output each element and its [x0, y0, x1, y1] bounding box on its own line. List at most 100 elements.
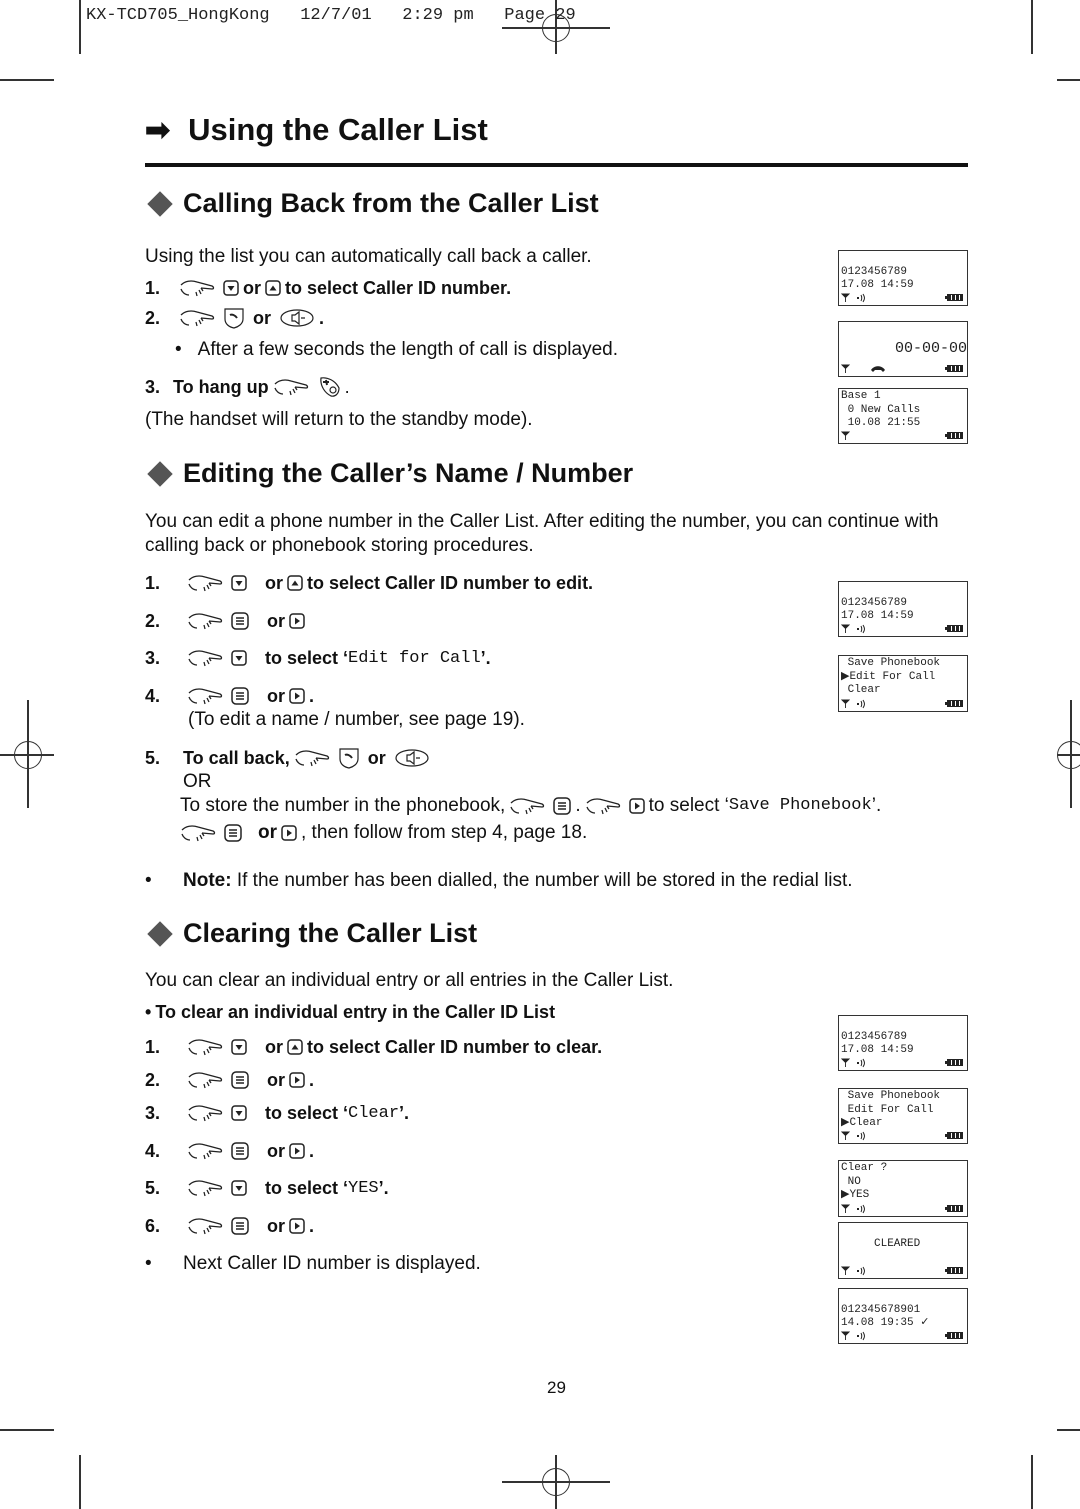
display-line: 0123456789: [841, 596, 908, 609]
down-key-icon: [223, 280, 239, 296]
battery-icon: [945, 1267, 963, 1274]
handset-display: Base 1 0 New Calls 10.08 21:55: [838, 388, 968, 444]
down-key-icon: [231, 575, 247, 591]
display-line: 17.08 14:59: [841, 1044, 914, 1056]
antenna-icon: [841, 1331, 850, 1340]
talk-key-icon: [338, 747, 360, 769]
antenna-icon: [841, 431, 850, 440]
right-key-icon: [289, 1218, 305, 1234]
menu-key-icon: [231, 1217, 249, 1235]
crop-mark: [1057, 79, 1080, 81]
press-hand-icon: [187, 610, 223, 632]
clearing-final-note: • Next Caller ID number is displayed.: [145, 1253, 481, 1274]
editing-intro: You can edit a phone number in the Calle…: [145, 511, 939, 556]
display-status-bar: [841, 430, 963, 441]
right-key-icon: [289, 613, 305, 629]
ringer-icon: [856, 1058, 866, 1068]
display-line: [839, 583, 967, 597]
handset-display: Save Phonebook Edit For Call ▶Clear: [838, 1088, 968, 1144]
down-key-icon: [231, 1180, 247, 1196]
handset-display: Clear ? NO ▶YES: [838, 1160, 968, 1217]
clearing-step-1: 1. or to select Caller ID number to clea…: [145, 1036, 603, 1058]
handset-display: Save Phonebook ▶Edit For Call Clear: [838, 655, 968, 712]
handset-display: 012345678901 14.08 19:35 ✓: [838, 1288, 968, 1344]
bullet: •: [145, 1253, 152, 1274]
status-left: [841, 1331, 866, 1341]
down-key-icon: [231, 650, 247, 666]
down-key-icon: [231, 1105, 247, 1121]
menu-key-icon: [231, 1071, 249, 1089]
press-hand-icon: [187, 647, 223, 669]
registration-circle: [1057, 741, 1080, 769]
crop-mark: [1031, 1455, 1033, 1509]
section-heading-clearing: Clearing the Caller List: [145, 918, 477, 949]
ringer-icon: [856, 699, 866, 709]
display-line: 10.08 21:55: [841, 417, 921, 429]
menu-key-icon: [231, 687, 249, 705]
up-key-icon: [287, 575, 303, 591]
display-line: 0123456789: [841, 1030, 908, 1043]
diamond-icon: [147, 190, 173, 217]
display-line: Save Phonebook: [841, 1090, 941, 1102]
display-line: [839, 1290, 967, 1304]
clearing-step-4: 4. or .: [145, 1140, 315, 1162]
handset-display: CLEARED: [838, 1222, 968, 1279]
right-key-icon: [629, 798, 645, 814]
display-line: [839, 1017, 967, 1031]
status-left: [841, 364, 886, 374]
press-hand-icon: [179, 277, 215, 299]
display-line: 14.08 19:35 ✓: [841, 1317, 930, 1329]
clearing-subheading: • To clear an individual entry in the Ca…: [145, 1002, 556, 1022]
callback-intro: Using the list you can automatically cal…: [145, 246, 592, 267]
antenna-icon: [841, 1266, 850, 1275]
page-number: 29: [547, 1378, 566, 1397]
press-hand-icon: [509, 795, 545, 817]
editing-step-2: 2. or: [145, 610, 309, 632]
editing-step-4: 4. or .: [145, 685, 315, 706]
callback-step-3: 3. To hang up .: [145, 376, 350, 397]
bullet: •: [175, 339, 182, 360]
editing-step-1: 1. or to select Caller ID number to edit…: [145, 572, 594, 594]
display-line: ▶Edit For Call: [841, 670, 936, 683]
crop-mark: [0, 1429, 54, 1431]
down-key-icon: [231, 1039, 247, 1055]
editing-step-4-note: (To edit a name / number, see page 19).: [188, 709, 525, 730]
display-line: Save Phonebook: [841, 657, 941, 669]
title-rule: [145, 163, 968, 167]
antenna-icon: [841, 624, 850, 633]
diamond-icon: [147, 920, 173, 947]
battery-icon: [945, 1205, 963, 1212]
status-left: [841, 1058, 866, 1068]
press-hand-icon: [187, 1140, 223, 1162]
editing-step-5-store: To store the number in the phonebook, . …: [180, 795, 882, 817]
status-left: [841, 1131, 866, 1141]
editing-note: • Note: If the number has been dialled, t…: [145, 870, 853, 891]
display-line: 0 New Calls: [841, 403, 921, 416]
up-key-icon: [287, 1039, 303, 1055]
crop-mark: [0, 79, 54, 81]
battery-icon: [945, 625, 963, 632]
menu-key-icon: [231, 1142, 249, 1160]
press-hand-icon: [187, 1177, 223, 1199]
press-hand-icon: [187, 1102, 223, 1124]
right-key-icon: [289, 1143, 305, 1159]
display-status-bar: [841, 1330, 963, 1341]
battery-icon: [945, 700, 963, 707]
crop-mark: [1031, 0, 1033, 54]
antenna-icon: [841, 1058, 850, 1067]
display-status-bar: [841, 1265, 963, 1276]
clearing-step-2: 2. or .: [145, 1069, 315, 1090]
display-status-bar: [841, 292, 963, 303]
callback-step-1: 1. or to select Caller ID number.: [145, 277, 512, 299]
clearing-intro: You can clear an individual entry or all…: [145, 970, 674, 991]
press-hand-icon: [187, 1036, 223, 1058]
press-hand-icon: [187, 572, 223, 594]
diamond-icon: [147, 460, 173, 487]
battery-icon: [945, 1332, 963, 1339]
section-heading-editing: Editing the Caller’s Name / Number: [145, 458, 633, 489]
editing-step-5-follow: or , then follow from step 4, page 18.: [180, 821, 587, 845]
ringer-icon: [856, 624, 866, 634]
speaker-key-icon: [394, 748, 430, 768]
display-line: NO: [841, 1175, 861, 1188]
registration-circle: [542, 1468, 570, 1496]
